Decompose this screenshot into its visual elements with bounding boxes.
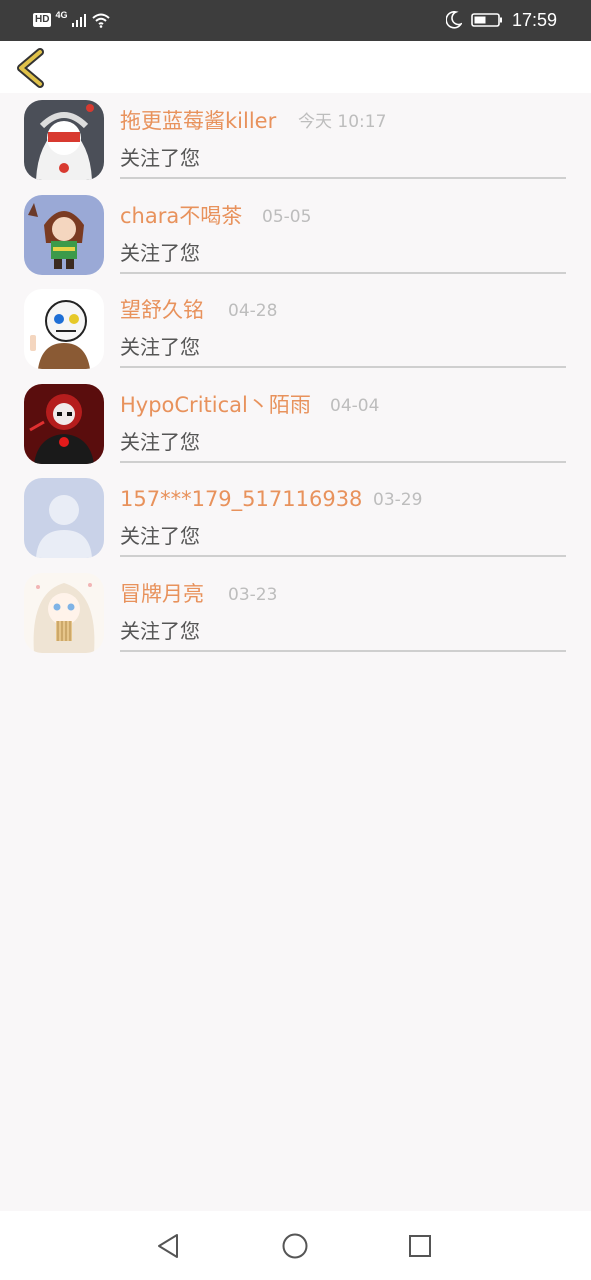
divider [120, 649, 566, 652]
notification-time: 04-04 [330, 395, 380, 416]
user-name[interactable]: 冒牌月亮 [120, 580, 204, 608]
moon-icon [445, 11, 462, 29]
user-name[interactable]: 拖更蓝莓酱killer [120, 107, 276, 135]
header [0, 41, 591, 93]
signal-icon [72, 14, 87, 27]
list-item[interactable]: 拖更蓝莓酱killer 今天 10:17 关注了您 [0, 93, 591, 188]
notification-action: 关注了您 [120, 429, 200, 454]
list-item[interactable]: HypoCritical丶陌雨 04-04 关注了您 [0, 377, 591, 472]
user-name[interactable]: chara不喝茶 [120, 202, 242, 230]
home-circle-icon[interactable] [280, 1231, 310, 1261]
divider [120, 366, 566, 369]
wifi-icon [92, 13, 111, 28]
divider [120, 177, 566, 179]
notification-time: 05-05 [262, 206, 312, 227]
notification-time: 03-29 [373, 490, 423, 511]
hd-badge: HD [33, 13, 52, 27]
avatar[interactable] [24, 289, 104, 370]
avatar[interactable] [24, 194, 104, 275]
divider [120, 555, 566, 558]
user-name[interactable]: HypoCritical丶陌雨 [120, 391, 311, 419]
notification-time: 今天 10:17 [298, 112, 387, 132]
notification-action: 关注了您 [120, 335, 200, 360]
divider [120, 460, 566, 463]
avatar[interactable] [24, 383, 104, 464]
user-name[interactable]: 望舒久铭 [120, 296, 204, 324]
battery-icon [471, 13, 502, 27]
navigation-bar [0, 1211, 591, 1280]
network-type: 4G [55, 10, 68, 20]
notification-action: 关注了您 [120, 240, 200, 265]
notification-time: 04-28 [228, 301, 278, 322]
list-item[interactable]: chara不喝茶 05-05 关注了您 [0, 188, 591, 283]
back-chevron-icon[interactable] [12, 47, 52, 89]
list-item[interactable]: 冒牌月亮 03-23 关注了您 [0, 566, 591, 661]
status-right: 17:59 [445, 8, 557, 32]
back-triangle-icon[interactable] [154, 1231, 184, 1261]
avatar[interactable] [24, 100, 104, 180]
status-left: HD 4G [33, 9, 111, 31]
list-item[interactable]: 望舒久铭 04-28 关注了您 [0, 282, 591, 377]
user-name[interactable]: 157***179_517116938 [120, 485, 362, 513]
notification-action: 关注了您 [120, 146, 200, 170]
avatar[interactable] [24, 572, 104, 653]
recents-square-icon[interactable] [405, 1231, 435, 1261]
notification-action: 关注了您 [120, 524, 200, 549]
status-bar: HD 4G 17:59 [0, 0, 591, 41]
notification-action: 关注了您 [120, 618, 200, 643]
notification-time: 03-23 [228, 584, 278, 605]
avatar[interactable] [24, 478, 104, 559]
status-time: 17:59 [511, 9, 557, 30]
list-item[interactable]: 157***179_517116938 03-29 关注了您 [0, 471, 591, 566]
divider [120, 271, 566, 274]
notification-list: 拖更蓝莓酱killer 今天 10:17 关注了您 chara不喝茶 05-05… [0, 93, 591, 661]
